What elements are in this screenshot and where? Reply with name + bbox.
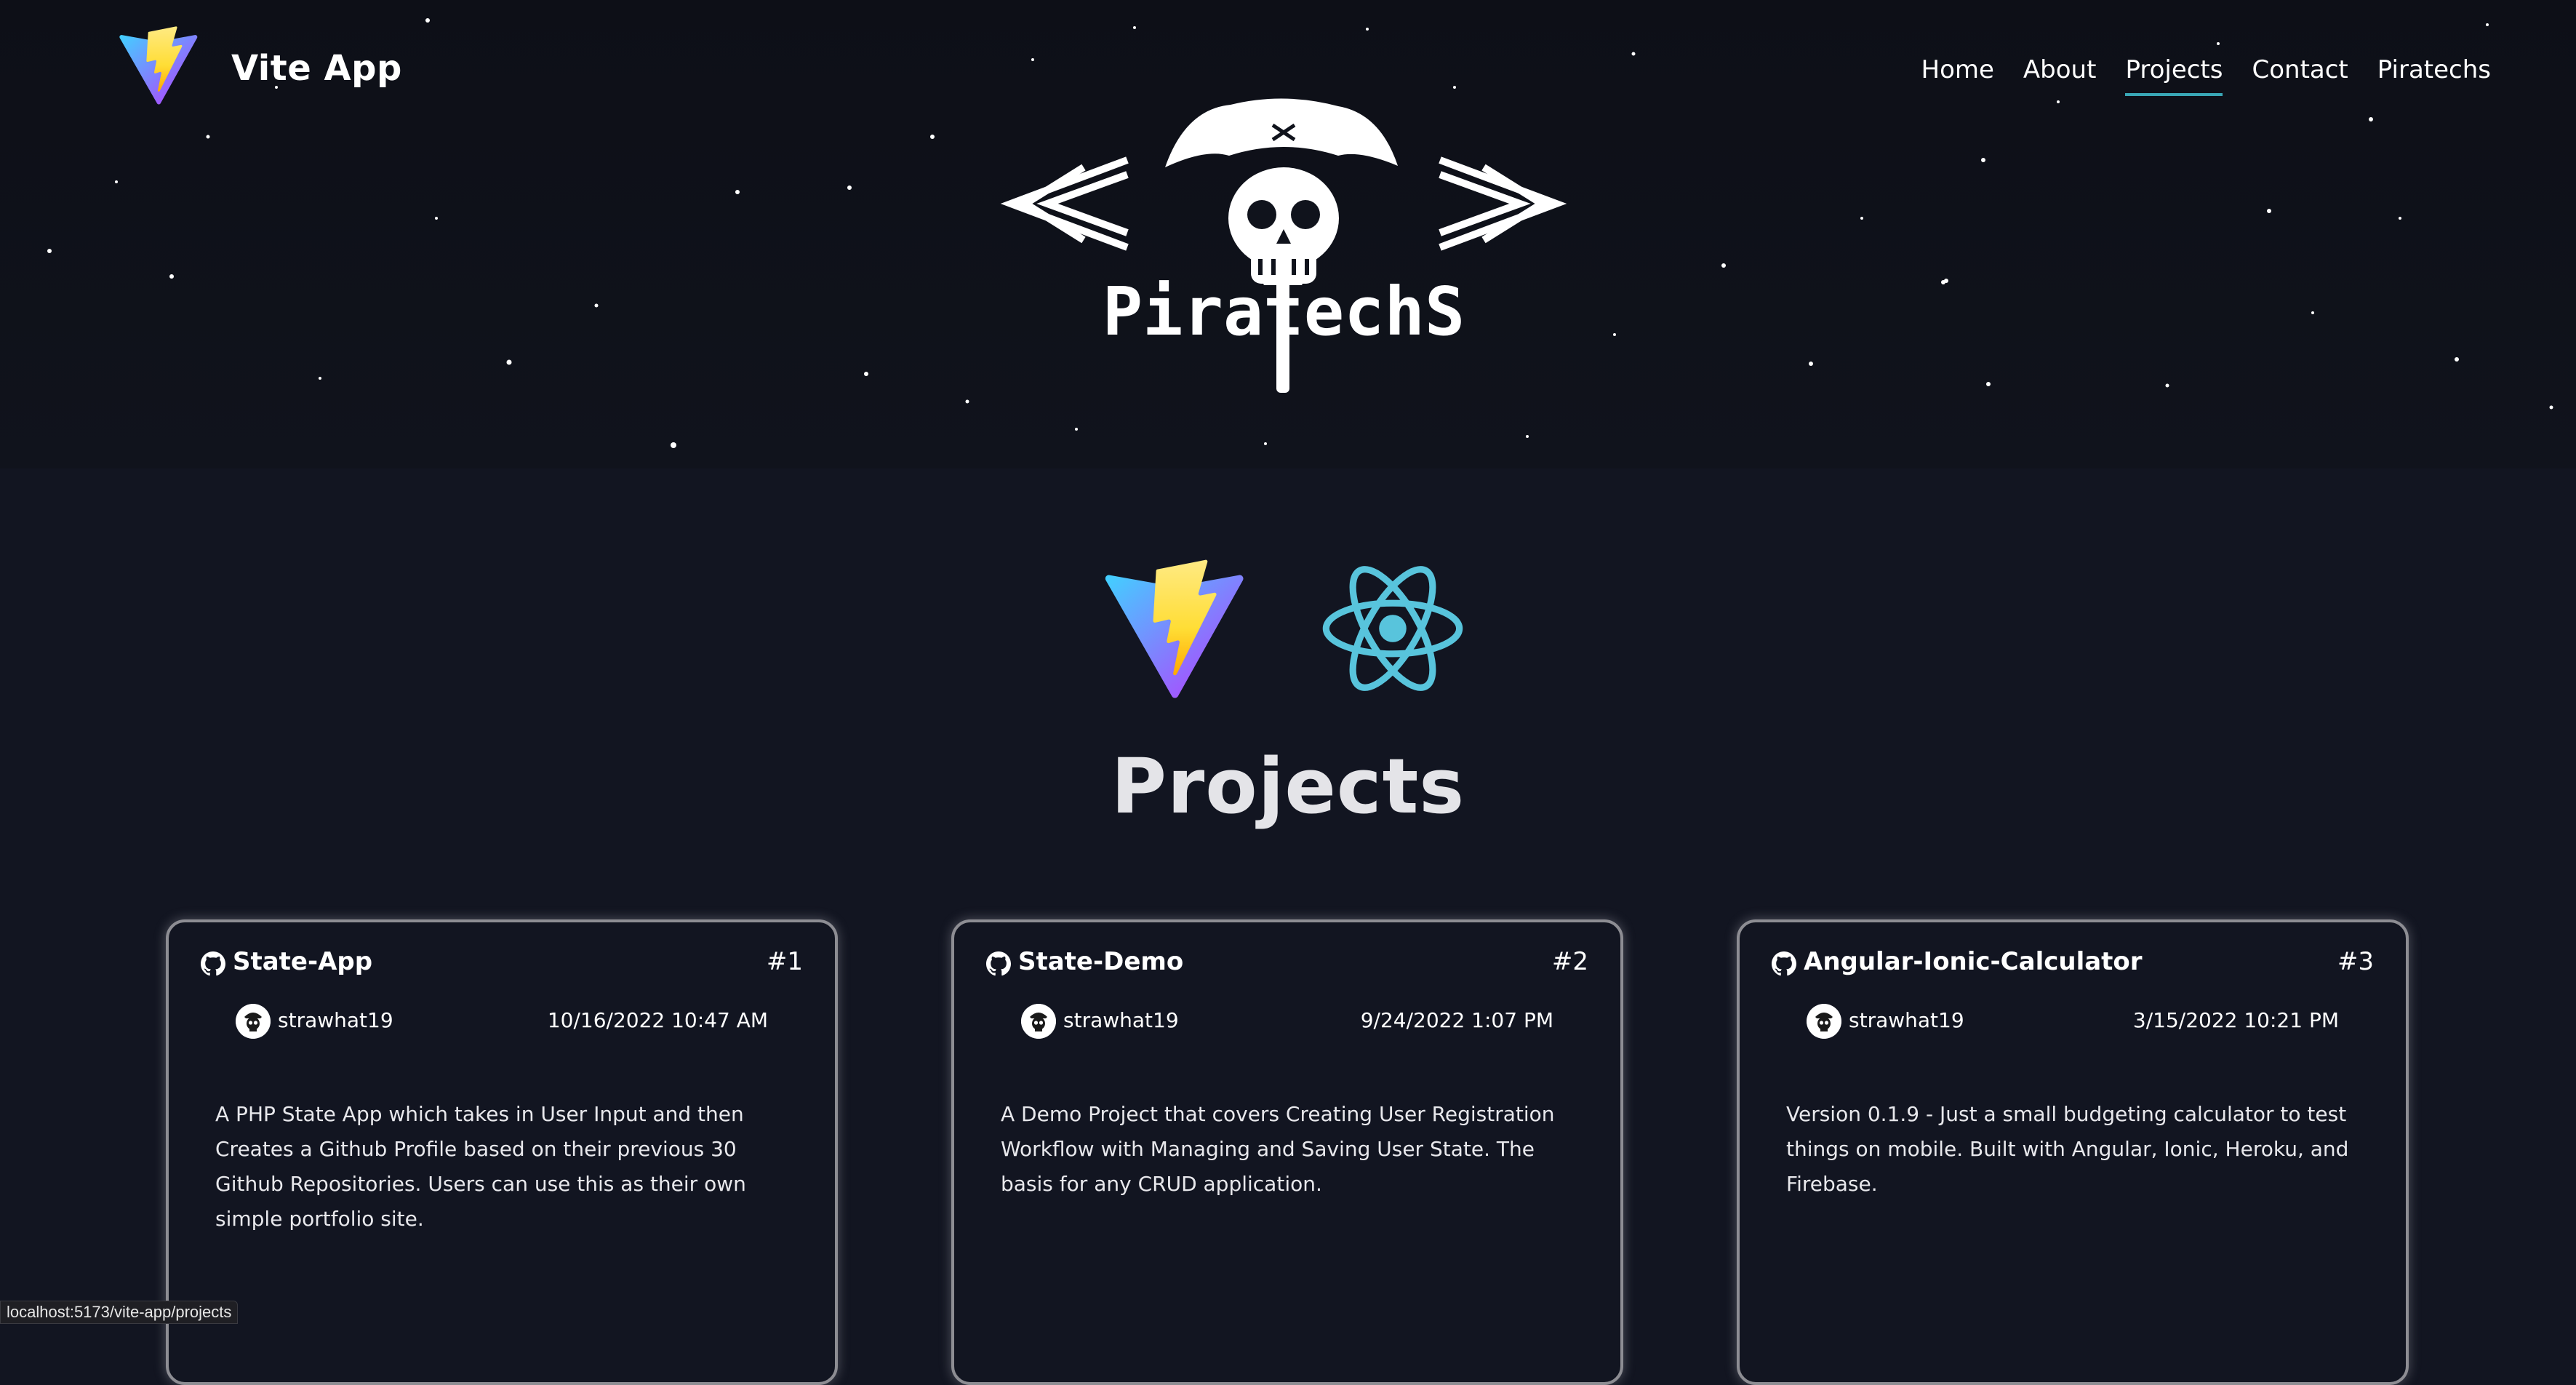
avatar (1021, 1004, 1056, 1039)
nav-about[interactable]: About (2023, 55, 2097, 96)
project-name[interactable]: State-App (233, 947, 372, 976)
vite-logo-icon (1102, 559, 1247, 701)
project-description: A Demo Project that covers Creating User… (1001, 1102, 1555, 1196)
status-bar-url: localhost:5173/vite-app/projects (0, 1301, 239, 1324)
project-description: Version 0.1.9 - Just a small budgeting c… (1786, 1102, 2349, 1196)
main-nav: Home About Projects Contact Piratechs (1921, 55, 2491, 96)
project-author: strawhat19 (1063, 1008, 1179, 1032)
react-logo-icon (1322, 566, 1463, 691)
project-number: #3 (2337, 947, 2374, 976)
project-card[interactable]: State-App #1 strawhat19 10/16/2022 10:47… (166, 919, 838, 1385)
project-number: #2 (1551, 947, 1588, 976)
github-icon[interactable] (201, 951, 225, 976)
project-card[interactable]: Angular-Ionic-Calculator #3 strawhat19 3… (1737, 919, 2409, 1385)
avatar (236, 1004, 271, 1039)
app-title[interactable]: Vite App (231, 48, 402, 89)
nav-home[interactable]: Home (1921, 55, 1994, 96)
project-date: 10/16/2022 10:47 AM (547, 1008, 768, 1032)
project-author: strawhat19 (1849, 1008, 1964, 1032)
nav-piratechs[interactable]: Piratechs (2377, 55, 2491, 96)
project-description: A PHP State App which takes in User Inpu… (215, 1102, 746, 1231)
piratechs-logo-text: PiratechS (1103, 273, 1465, 351)
project-author: strawhat19 (278, 1008, 393, 1032)
avatar (1807, 1004, 1841, 1039)
nav-projects[interactable]: Projects (2125, 55, 2223, 96)
hero-banner: Vite App Home About Projects Contact Pir… (0, 0, 2576, 468)
project-date: 9/24/2022 1:07 PM (1360, 1008, 1553, 1032)
nav-contact[interactable]: Contact (2252, 55, 2348, 96)
projects-page: Projects State-App #1 strawhat19 10/16/2… (0, 468, 2576, 1385)
github-icon[interactable] (1772, 951, 1796, 976)
project-name[interactable]: State-Demo (1018, 947, 1183, 976)
project-name[interactable]: Angular-Ionic-Calculator (1804, 947, 2143, 976)
page-title: Projects (1111, 742, 1465, 831)
piratechs-logo-icon: PiratechS (1000, 98, 1567, 393)
project-card[interactable]: State-Demo #2 strawhat19 9/24/2022 1:07 … (951, 919, 1623, 1385)
github-icon[interactable] (986, 951, 1011, 976)
project-date: 3/15/2022 10:21 PM (2132, 1008, 2339, 1032)
project-number: #1 (766, 947, 803, 976)
vite-logo-icon[interactable] (116, 26, 201, 106)
